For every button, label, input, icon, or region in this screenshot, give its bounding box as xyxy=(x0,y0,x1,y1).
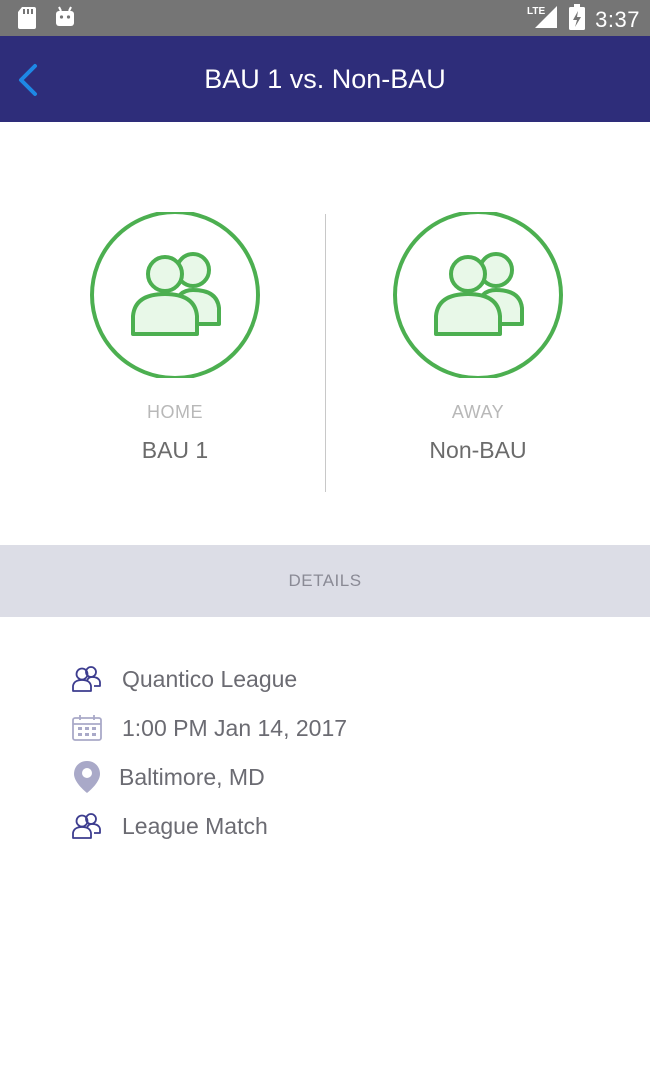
sd-card-icon xyxy=(16,6,38,35)
away-team-name: Non-BAU xyxy=(429,437,527,463)
details-header: DETAILS xyxy=(0,545,650,617)
status-bar: LTE 3:37 xyxy=(0,0,650,36)
app-bar: BAU 1 vs. Non-BAU xyxy=(0,36,650,122)
away-label: AWAY xyxy=(451,402,505,422)
status-time: 3:37 xyxy=(595,6,640,32)
android-icon xyxy=(54,6,76,35)
network-label: LTE xyxy=(527,6,545,17)
match-type: League Match xyxy=(122,812,268,839)
detail-row-datetime[interactable]: 1:00 PM Jan 14, 2017 xyxy=(70,710,347,746)
detail-row-location[interactable]: Baltimore, MD xyxy=(70,759,265,795)
detail-row-league[interactable]: Quantico League xyxy=(70,661,297,697)
match-datetime: 1:00 PM Jan 14, 2017 xyxy=(122,714,348,741)
team-divider xyxy=(325,214,326,492)
home-team-name: BAU 1 xyxy=(141,437,209,463)
detail-row-match-type[interactable]: League Match xyxy=(70,808,268,844)
away-team[interactable]: AWAY Non-BAU xyxy=(378,212,578,464)
match-location: Baltimore, MD xyxy=(119,763,265,790)
group-icon xyxy=(70,809,104,843)
home-label: HOME xyxy=(147,402,203,422)
calendar-icon xyxy=(70,711,104,745)
battery-icon xyxy=(569,4,586,35)
location-pin-icon xyxy=(70,760,104,794)
page-title: BAU 1 vs. Non-BAU xyxy=(204,64,446,94)
home-team[interactable]: HOME BAU 1 xyxy=(75,212,275,464)
lte-signal-icon: LTE xyxy=(527,4,559,35)
team-icon xyxy=(393,212,563,378)
group-icon xyxy=(70,662,104,696)
teams-section: HOME BAU 1 AWAY Non-BAU xyxy=(0,122,650,545)
league-name: Quantico League xyxy=(122,665,298,692)
team-icon xyxy=(90,212,260,378)
